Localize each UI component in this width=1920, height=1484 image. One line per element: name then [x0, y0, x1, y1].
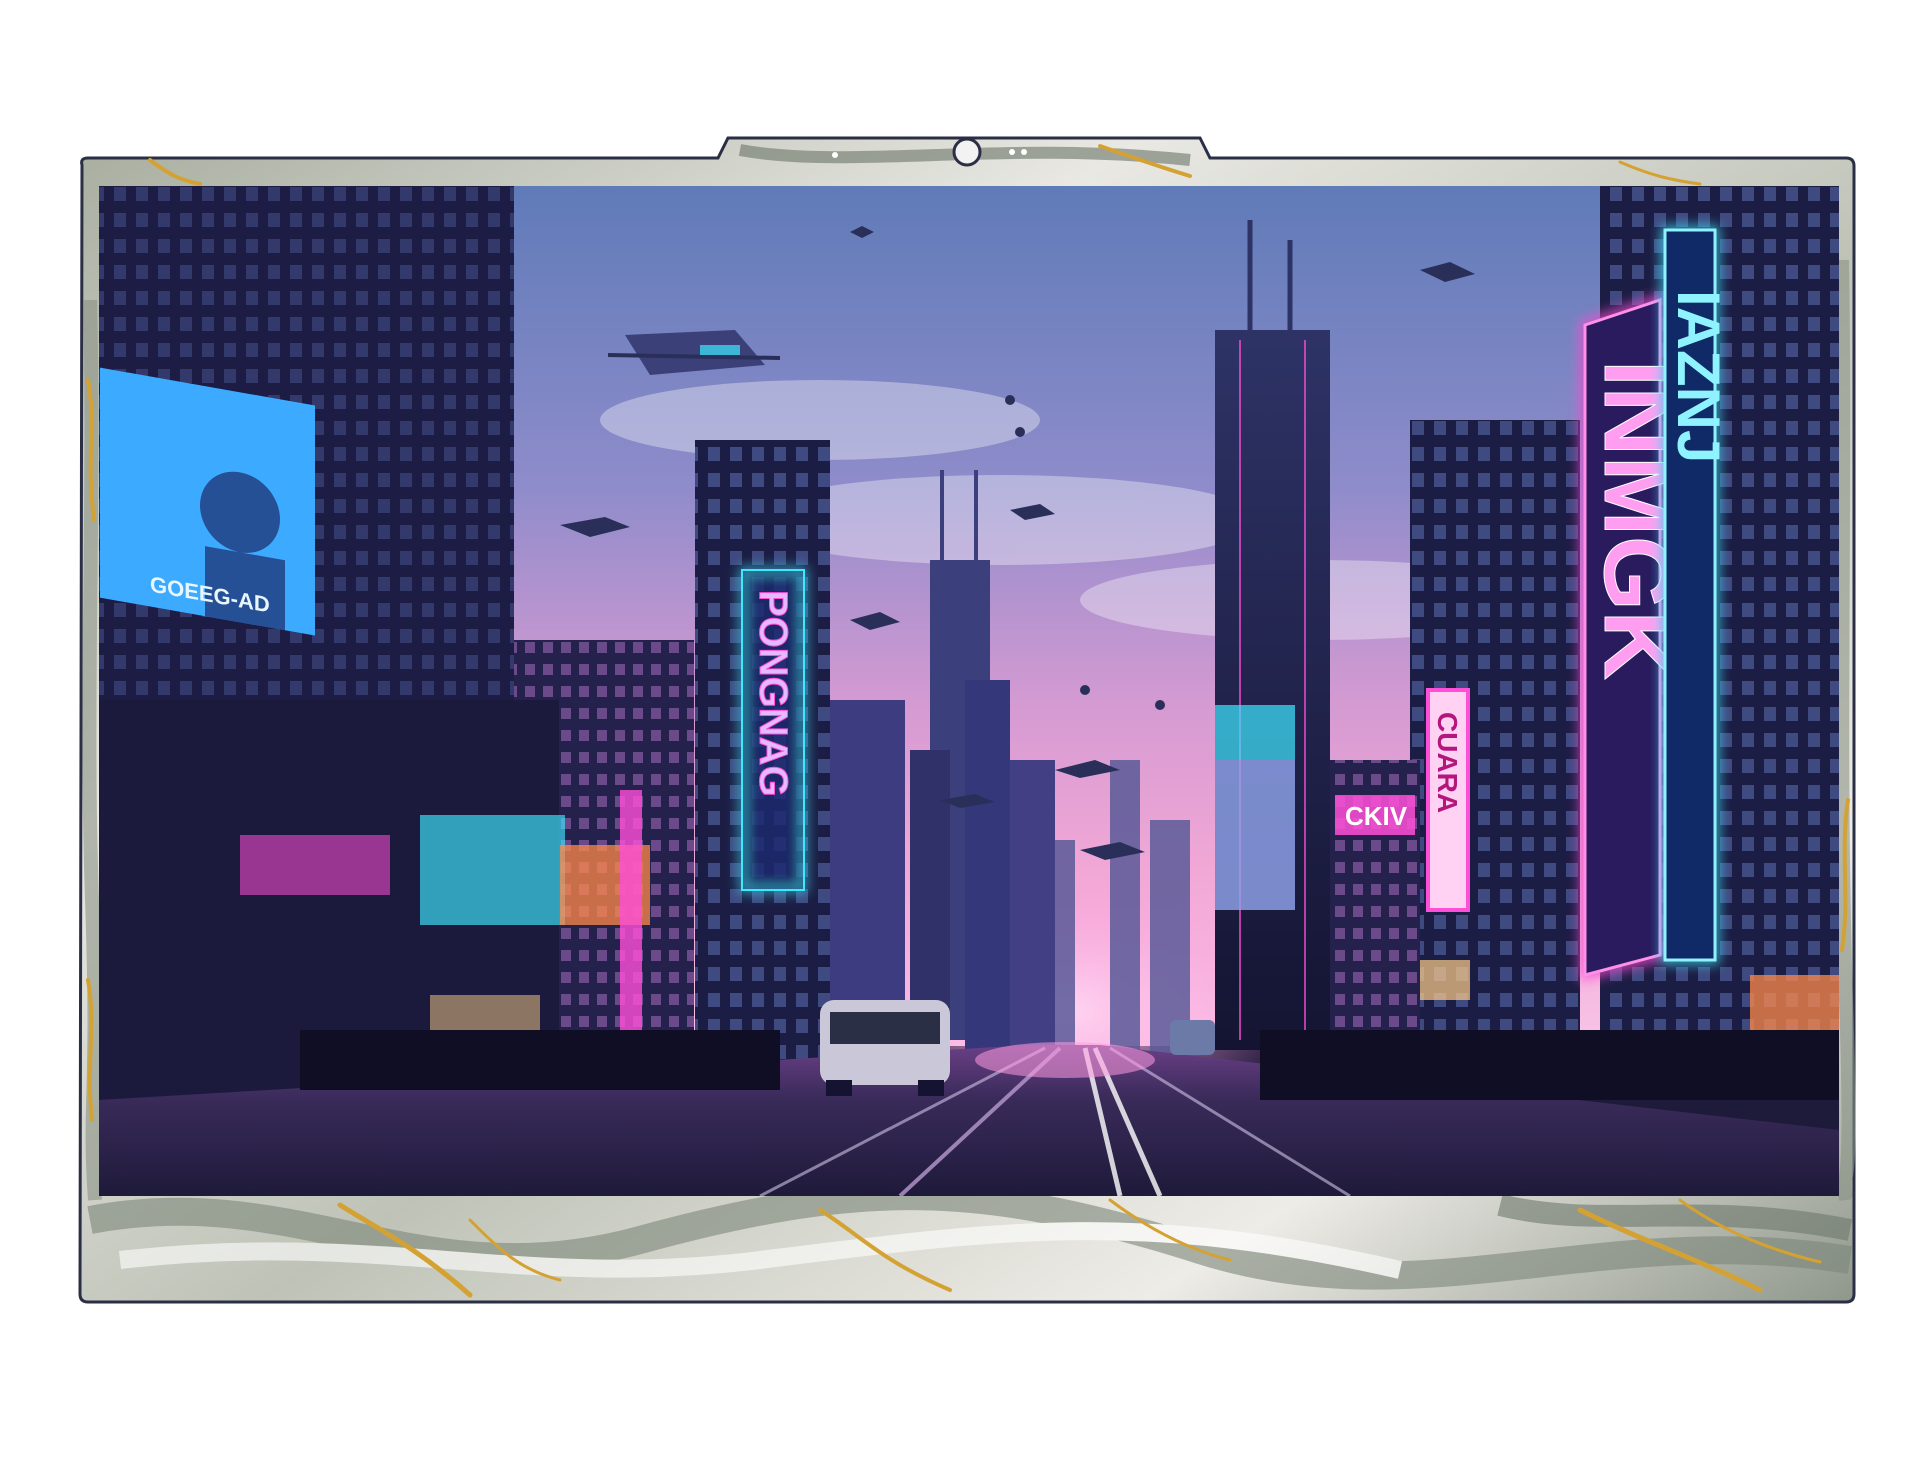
sign-right-cyan-text: IAZNJ — [1665, 290, 1732, 463]
sign-right-small: CUARA — [1426, 688, 1470, 912]
sign-right-banner-text: CKIV — [1345, 801, 1408, 831]
sign-right-banner: CKIV — [1335, 795, 1415, 835]
indicator-dot-icon — [1021, 149, 1027, 155]
screen: GOEEG-AD PONGNAG CKIV CUARA INMGK IAZNJ — [99, 186, 1839, 1196]
sign-left-pink — [620, 790, 642, 1030]
indicator-dot-icon — [832, 152, 838, 158]
sign-left-tower-text: PONGNAG — [751, 590, 795, 797]
sign-left-tower: PONGNAG — [739, 567, 807, 893]
webcam-icon — [952, 137, 982, 167]
sign-right-small-text: CUARA — [1432, 712, 1463, 813]
car — [1170, 1020, 1215, 1055]
device-mockup: GOEEG-AD PONGNAG CKIV CUARA INMGK IAZNJ — [78, 136, 1856, 1304]
indicator-dot-icon — [1009, 149, 1015, 155]
billboard-left: GOEEG-AD — [100, 367, 315, 636]
van — [820, 1000, 950, 1096]
